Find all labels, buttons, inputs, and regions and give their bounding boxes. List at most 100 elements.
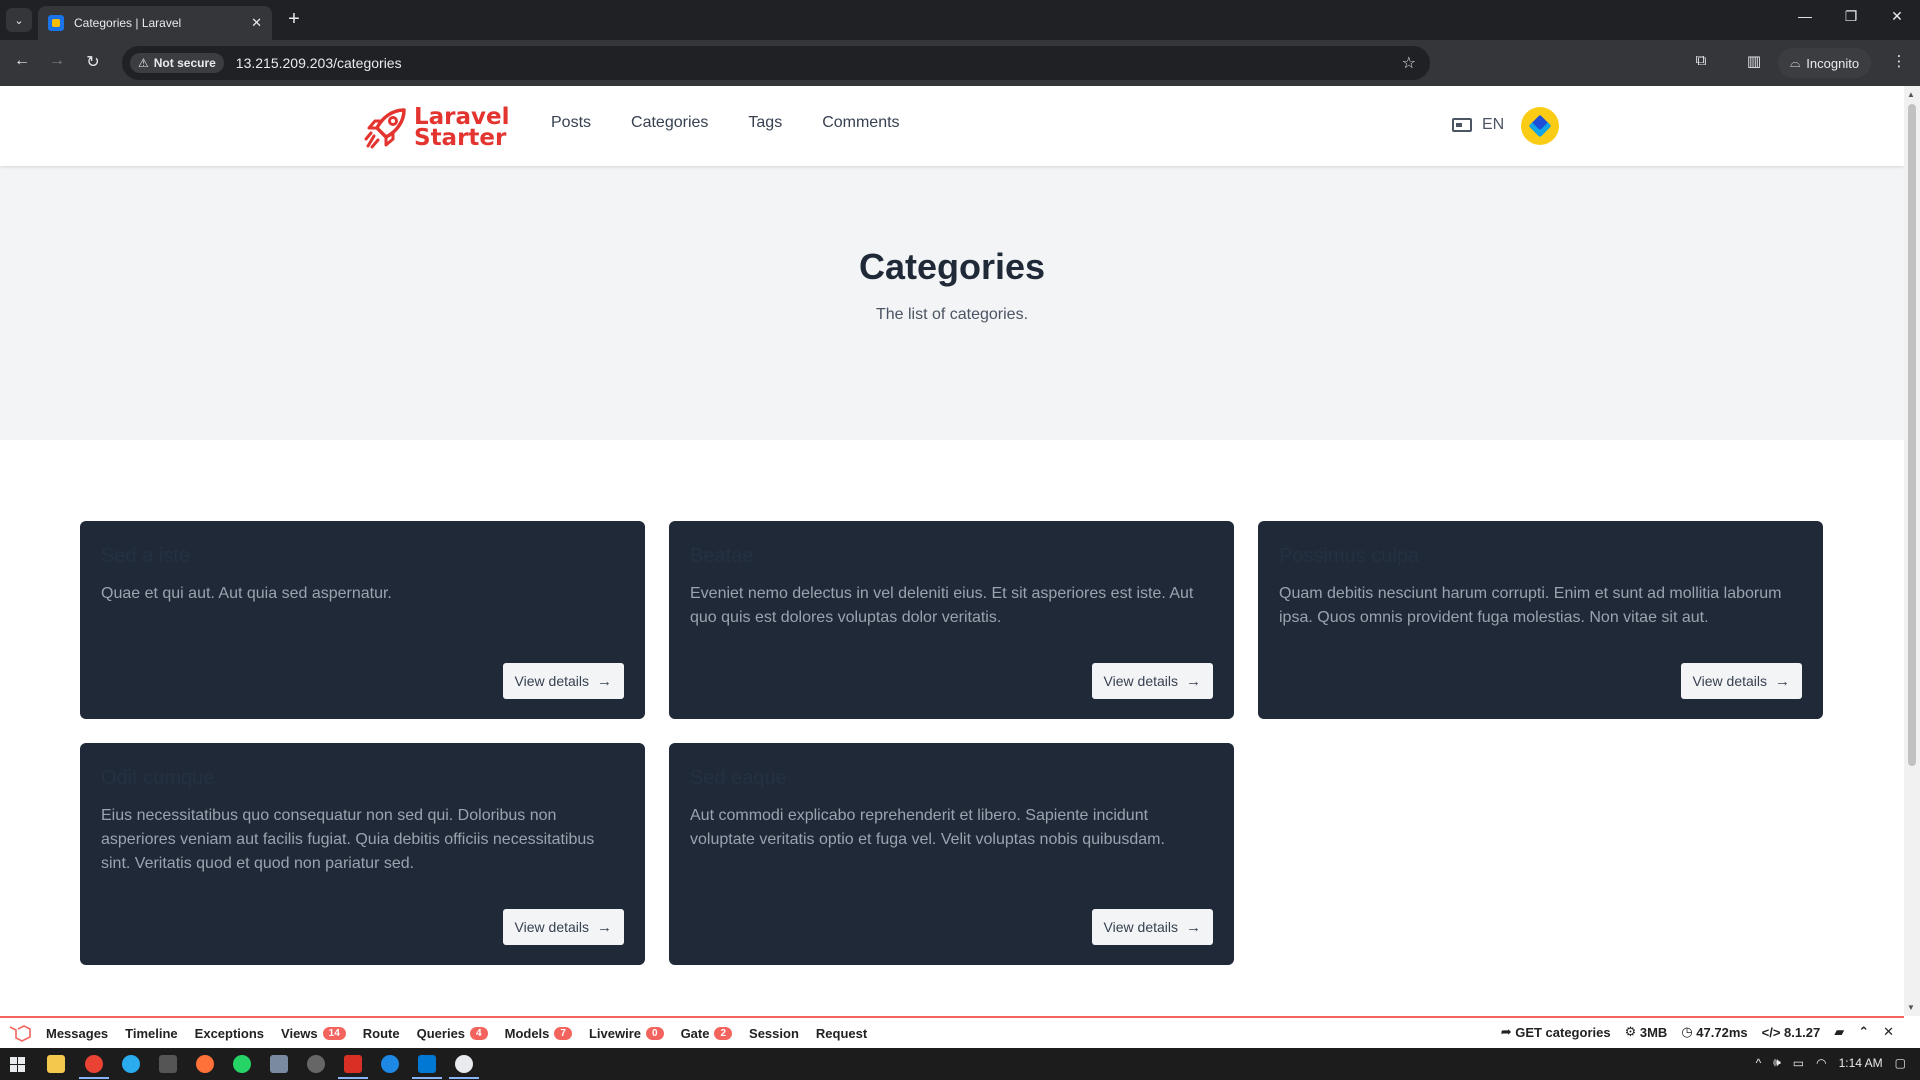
minimize-icon[interactable]: — (1782, 8, 1828, 24)
category-title[interactable]: Sed a iste (101, 545, 624, 568)
forward-arrow-icon[interactable]: → (46, 52, 68, 70)
side-panel-icon[interactable]: ▥ (1743, 52, 1765, 70)
browser-menu-icon[interactable]: ⋮ (1888, 52, 1910, 70)
tab-search-chevron-icon[interactable]: ⌄ (6, 8, 32, 32)
site-header: Laravel Starter Posts Categories Tags Co… (0, 86, 1904, 166)
remote-desktop-icon[interactable] (270, 1055, 288, 1073)
view-details-button[interactable]: View details → (502, 663, 624, 699)
pdf-reader-icon[interactable] (338, 1055, 368, 1079)
scroll-up-icon[interactable]: ▲ (1907, 90, 1915, 99)
tab-close-icon[interactable]: ✕ (251, 15, 262, 31)
count-badge: 14 (322, 1026, 346, 1040)
nav-link-posts[interactable]: Posts (551, 114, 591, 132)
tray-chevron-icon[interactable]: ^ (1756, 1056, 1762, 1070)
wifi-icon[interactable]: ◠ (1816, 1056, 1826, 1070)
debug-tab-label: Gate (680, 1025, 710, 1041)
bookmark-star-icon[interactable]: ☆ (1402, 53, 1416, 73)
back-arrow-icon[interactable]: ← (11, 52, 33, 70)
new-tab-button[interactable]: + (282, 8, 306, 32)
reload-icon[interactable]: ↻ (82, 52, 104, 72)
main-nav: Posts Categories Tags Comments (551, 114, 900, 132)
page-scrollbar[interactable]: ▲ ▼ (1904, 86, 1920, 1016)
debug-tab-models[interactable]: Models 7 (505, 1026, 572, 1041)
debug-php-version: 8.1.27 (1784, 1024, 1821, 1040)
incognito-indicator[interactable]: ⌓ Incognito (1778, 48, 1872, 78)
arrow-right-icon: → (597, 918, 612, 936)
language-switcher[interactable]: EN (1452, 116, 1504, 134)
debug-tab-views[interactable]: Views 14 (281, 1026, 346, 1041)
arrow-right-icon: → (597, 672, 612, 690)
language-icon (1452, 118, 1472, 132)
browser-toolbar: ← → ↻ ⚠ Not secure 13.215.209.203/catego… (0, 40, 1920, 86)
category-description: Eveniet nemo delectus in vel deleniti ei… (690, 585, 1194, 626)
count-badge: 2 (714, 1026, 733, 1040)
category-title[interactable]: Odit cumque (101, 767, 624, 790)
site-logo[interactable]: Laravel Starter (364, 106, 510, 150)
app-icon[interactable] (449, 1055, 479, 1079)
telegram-icon[interactable] (122, 1055, 140, 1073)
view-details-button[interactable]: View details → (1091, 663, 1213, 699)
debug-time-indicator: ◷ 47.72ms (1681, 1024, 1747, 1040)
tab-title: Categories | Laravel (74, 16, 182, 30)
language-label: EN (1482, 116, 1505, 133)
taskbar-clock[interactable]: 1:14 AM (1839, 1056, 1883, 1070)
debug-tab-exceptions[interactable]: Exceptions (195, 1026, 264, 1041)
debug-route: GET categories (1515, 1024, 1611, 1040)
debugbar-stats: ➦ GET categories ⚙ 3MB ◷ 47.72ms </> 8.1… (1501, 1024, 1894, 1040)
file-explorer-icon[interactable] (47, 1055, 65, 1073)
debug-tab-request[interactable]: Request (816, 1026, 867, 1041)
chrome-icon[interactable] (79, 1055, 109, 1079)
scroll-down-icon[interactable]: ▼ (1907, 1003, 1915, 1012)
category-description: Aut commodi explicabo reprehenderit et l… (690, 807, 1165, 848)
debug-tab-queries[interactable]: Queries 4 (417, 1026, 488, 1041)
app-icon[interactable] (307, 1055, 325, 1073)
debug-tab-route[interactable]: Route (363, 1026, 400, 1041)
edge-icon[interactable] (381, 1055, 399, 1073)
view-details-button[interactable]: View details → (1091, 909, 1213, 945)
vscode-icon[interactable] (412, 1055, 442, 1079)
scrollbar-thumb[interactable] (1908, 104, 1916, 766)
nav-link-comments[interactable]: Comments (822, 114, 899, 132)
windows-start-icon[interactable] (10, 1057, 25, 1072)
category-title[interactable]: Possimus culpa (1279, 545, 1802, 568)
terminal-icon[interactable] (159, 1055, 177, 1073)
debug-tab-messages[interactable]: Messages (46, 1026, 108, 1041)
debugbar: Messages Timeline Exceptions Views 14 Rou… (0, 1016, 1904, 1048)
browser-tab[interactable]: Categories | Laravel ✕ (38, 6, 272, 40)
volume-icon[interactable]: 🕪 (1773, 1055, 1781, 1070)
laravel-logo-icon[interactable] (8, 1024, 32, 1042)
restore-icon[interactable]: ❐ (1828, 8, 1874, 25)
address-bar[interactable]: ⚠ Not secure 13.215.209.203/categories ☆ (122, 46, 1430, 80)
battery-icon[interactable]: ▭ (1793, 1056, 1804, 1070)
view-details-label: View details (514, 919, 589, 935)
debug-tab-timeline[interactable]: Timeline (125, 1026, 178, 1041)
notification-icon[interactable]: ▢ (1895, 1056, 1906, 1070)
category-title[interactable]: Sed eaque (690, 767, 1213, 790)
category-card: Odit cumque Eius necessitatibus quo cons… (80, 743, 645, 965)
debug-tab-session[interactable]: Session (749, 1026, 799, 1041)
view-details-button[interactable]: View details → (1680, 663, 1802, 699)
count-badge: 7 (554, 1026, 572, 1040)
debug-tab-label: Queries (416, 1025, 466, 1041)
security-indicator[interactable]: ⚠ Not secure (130, 53, 224, 73)
page-hero: Categories The list of categories. (0, 166, 1904, 440)
url-text[interactable]: 13.215.209.203/categories (236, 55, 1402, 71)
whatsapp-icon[interactable] (233, 1055, 251, 1073)
firefox-icon[interactable] (196, 1055, 214, 1073)
nav-link-categories[interactable]: Categories (631, 114, 708, 132)
debug-tab-livewire[interactable]: Livewire 0 (589, 1026, 664, 1041)
debug-close-icon[interactable]: ✕ (1883, 1024, 1894, 1040)
avatar-cube-icon (1528, 114, 1552, 138)
nav-link-tags[interactable]: Tags (748, 114, 782, 132)
window-close-icon[interactable]: ✕ (1874, 8, 1920, 25)
chevron-up-icon[interactable]: ⌃ (1858, 1024, 1869, 1040)
browser-tabstrip: ⌄ Categories | Laravel ✕ + — ❐ ✕ (0, 0, 1920, 40)
extensions-puzzle-icon[interactable]: ⧉ (1690, 52, 1712, 69)
category-title[interactable]: Beatae (690, 545, 1213, 568)
system-tray: ^ 🕪 ▭ ◠ 1:14 AM ▢ (1756, 1055, 1906, 1070)
view-details-button[interactable]: View details → (502, 909, 624, 945)
logo-text: Laravel Starter (414, 106, 510, 150)
user-avatar[interactable] (1521, 107, 1559, 145)
folder-open-icon[interactable]: ▰ (1834, 1024, 1844, 1040)
debug-tab-gate[interactable]: Gate 2 (680, 1025, 733, 1041)
